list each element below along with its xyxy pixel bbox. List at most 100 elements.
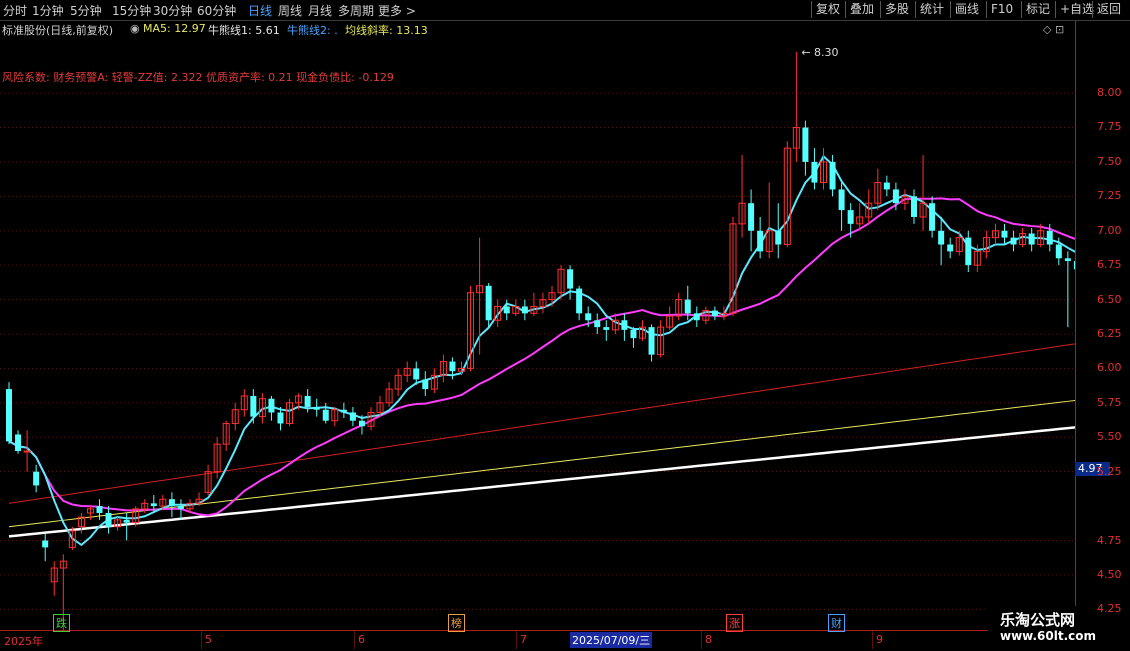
candle-body bbox=[96, 506, 103, 513]
candle-body bbox=[6, 389, 12, 442]
candle-body bbox=[15, 434, 22, 452]
tab-3[interactable]: 15分钟 bbox=[112, 2, 151, 19]
date-label: 7 bbox=[520, 633, 527, 646]
candle-body bbox=[811, 161, 818, 183]
top-toolbar: 分时 1分钟 5分钟 15分钟 30分钟 60分钟 日线 周线 月线 多周期 更多 > 复权 叠加 多股统… bbox=[0, 0, 1130, 21]
y-tick-label: 5.25 bbox=[1097, 464, 1122, 478]
candle-body bbox=[485, 285, 492, 321]
stock-title: 标准股份(日线,前复权) bbox=[2, 24, 114, 37]
tab-8[interactable]: 月线 bbox=[308, 2, 332, 19]
candle-body bbox=[150, 503, 157, 507]
candle-body bbox=[268, 398, 275, 413]
candle-body bbox=[883, 182, 890, 190]
toolbar-button-3[interactable]: 统计 bbox=[915, 1, 948, 18]
date-label: 5 bbox=[205, 633, 212, 646]
candle-body bbox=[911, 196, 917, 217]
tab-1[interactable]: 1分钟 bbox=[32, 2, 64, 19]
toolbar-button-1[interactable]: 叠加 bbox=[845, 1, 878, 18]
candle-body bbox=[693, 313, 700, 321]
toolbar-button-6[interactable]: 标记 bbox=[1021, 1, 1054, 18]
candle-body bbox=[711, 310, 718, 317]
event-marker[interactable]: 跌 bbox=[53, 614, 70, 632]
y-tick-label: 7.50 bbox=[1097, 154, 1122, 168]
toolbar-button-5[interactable]: F10 bbox=[986, 1, 1017, 18]
date-label: 9 bbox=[876, 633, 883, 646]
tab-0[interactable]: 分时 bbox=[3, 2, 27, 19]
y-tick-label: 6.25 bbox=[1097, 327, 1122, 340]
candle-body bbox=[648, 327, 655, 355]
candle-body bbox=[965, 237, 972, 266]
date-axis: 2025/07/09/三 2025年 5 6 7 8 9 bbox=[0, 630, 1075, 651]
brand-title: 乐淘公式网 bbox=[1000, 611, 1076, 629]
event-marker[interactable]: 榜 bbox=[448, 614, 465, 632]
high-annotation: ← 8.30 bbox=[801, 46, 838, 59]
y-tick-label: 4.75 bbox=[1097, 533, 1122, 547]
event-marker[interactable]: 涨 bbox=[726, 614, 743, 632]
candle-body bbox=[349, 412, 356, 421]
settings-icon[interactable]: ◉ bbox=[130, 22, 140, 35]
toolbar-button-2[interactable]: 多股 bbox=[880, 1, 913, 18]
tab-4[interactable]: 30分钟 bbox=[153, 2, 192, 19]
tab-7[interactable]: 周线 bbox=[278, 2, 302, 19]
candle-body bbox=[567, 269, 574, 289]
candle-body bbox=[1028, 233, 1035, 245]
tab-10[interactable]: 更多 > bbox=[378, 2, 416, 19]
candle-body bbox=[621, 320, 628, 330]
candle-body bbox=[413, 368, 420, 380]
candle-body bbox=[313, 406, 320, 410]
candle-body bbox=[177, 506, 184, 509]
candle-body bbox=[929, 203, 936, 231]
candle-body bbox=[947, 244, 954, 252]
cursor-date: 2025/07/09/三 bbox=[570, 632, 653, 648]
candle-body bbox=[123, 519, 130, 523]
candle-body bbox=[748, 203, 755, 231]
tab-9[interactable]: 多周期 bbox=[338, 2, 374, 19]
y-tick-label: 5.75 bbox=[1097, 395, 1122, 409]
panel-controls[interactable]: ◇ ⊡ bbox=[1043, 23, 1064, 36]
y-tick-label: 7.75 bbox=[1097, 120, 1122, 134]
candle-body bbox=[277, 412, 284, 424]
ma-line-red bbox=[8, 343, 1075, 504]
indicator-info-bar: 标准股份(日线,前复权) ◉ MA5: 12.97 牛熊线1: 5.61 牛熊线… bbox=[0, 21, 1075, 37]
event-marker[interactable]: 财 bbox=[828, 614, 845, 632]
candle-body bbox=[1010, 237, 1017, 245]
candle-body bbox=[585, 313, 592, 321]
y-tick-label: 6.75 bbox=[1097, 258, 1122, 272]
y-tick-label: 6.00 bbox=[1097, 361, 1122, 375]
candle-body bbox=[847, 210, 854, 224]
tab-5[interactable]: 60分钟 bbox=[197, 2, 236, 19]
ma-slope: 均线斜率: 13.13 bbox=[345, 24, 428, 37]
tab-2[interactable]: 5分钟 bbox=[70, 2, 102, 19]
ma-line-pink bbox=[8, 197, 1075, 517]
toolbar-button-8[interactable]: 返回 bbox=[1092, 1, 1125, 18]
candle-body bbox=[757, 230, 764, 252]
candle-body bbox=[168, 499, 175, 507]
candle-body bbox=[340, 409, 347, 413]
y-tick-label: 5.50 bbox=[1097, 430, 1122, 444]
bull-bear-line1: 牛熊线1: 5.61 bbox=[208, 24, 280, 37]
y-tick-label: 4.50 bbox=[1097, 567, 1122, 581]
candle-body bbox=[838, 189, 845, 211]
toolbar-button-4[interactable]: 画线 bbox=[950, 1, 983, 18]
candle-body bbox=[304, 395, 311, 407]
date-label: 6 bbox=[358, 633, 365, 646]
candle-body bbox=[33, 471, 40, 486]
candle-body bbox=[684, 299, 691, 314]
candle-body bbox=[250, 395, 257, 417]
candle-body bbox=[630, 329, 637, 339]
kline-chart[interactable]: ← 8.30← 4.00 bbox=[0, 38, 1075, 630]
candle-body bbox=[521, 306, 528, 314]
tab-6[interactable]: 日线 bbox=[248, 2, 272, 19]
brand-url: www.60lt.com bbox=[1000, 629, 1097, 643]
candle-body bbox=[358, 420, 365, 427]
candle-body bbox=[42, 540, 49, 548]
date-label: 8 bbox=[705, 633, 712, 646]
candle-body bbox=[449, 361, 456, 372]
candle-body bbox=[322, 409, 329, 421]
toolbar-button-0[interactable]: 复权 bbox=[811, 1, 844, 18]
candle-body bbox=[1001, 230, 1008, 238]
candle-body bbox=[1055, 244, 1062, 259]
candle-body bbox=[1046, 230, 1053, 245]
bull-bear-line2: 牛熊线2: . bbox=[287, 24, 338, 37]
candle-body bbox=[503, 306, 510, 314]
